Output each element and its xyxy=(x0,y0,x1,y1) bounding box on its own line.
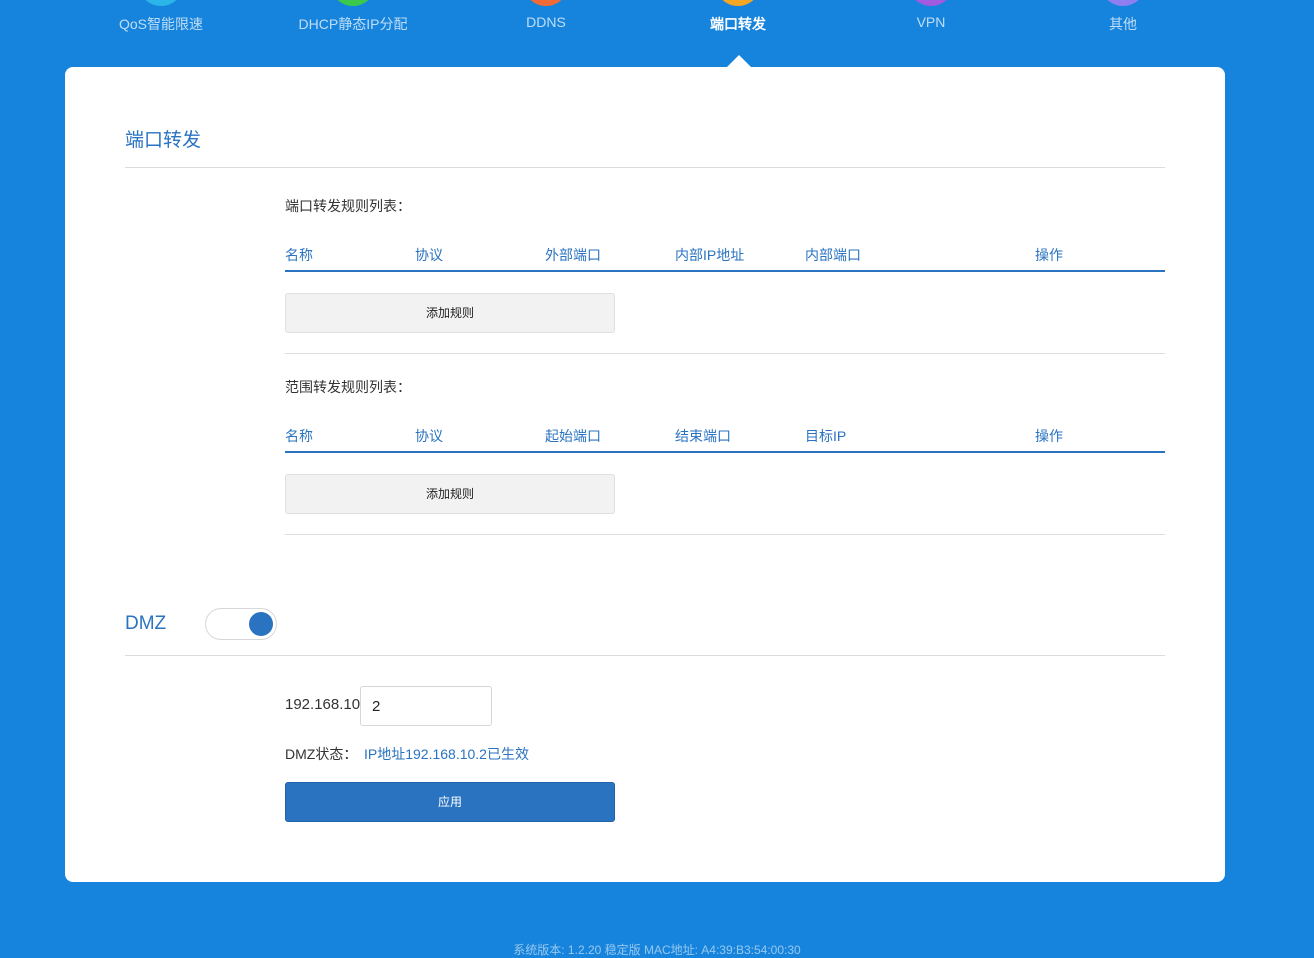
content-card: 端口转发 端口转发规则列表： 名称 协议 外部端口 内部IP地址 内部端口 操作… xyxy=(65,67,1225,882)
footer-version: 系统版本: 1.2.20 稳定版 MAC地址: A4:39:B3:54:00:3… xyxy=(513,943,801,957)
top-nav: QoS智能限速 DHCP静态IP分配 DDNS 端口转发 VPN 其他 xyxy=(0,0,1314,67)
nav-label: VPN xyxy=(916,14,946,30)
column-header-end-port: 结束端口 xyxy=(675,428,731,444)
dmz-ip-prefix: 192.168.10. xyxy=(285,696,365,713)
dhcp-icon xyxy=(330,0,376,6)
column-header-name: 名称 xyxy=(285,428,313,444)
column-header-protocol: 协议 xyxy=(415,428,443,444)
ddns-icon xyxy=(523,0,569,6)
port-forward-title: 端口转发 xyxy=(125,130,202,151)
other-icon xyxy=(1100,0,1146,6)
column-header-action: 操作 xyxy=(1035,428,1063,444)
toggle-knob xyxy=(249,612,273,636)
range-list-title: 范围转发规则列表： xyxy=(285,379,411,395)
divider xyxy=(125,655,1165,656)
qos-icon xyxy=(138,0,184,6)
dmz-title: DMZ xyxy=(125,613,167,634)
column-header-start-port: 起始端口 xyxy=(545,428,601,444)
range-list-table-header: 名称 协议 起始端口 结束端口 目标IP 操作 xyxy=(285,417,1165,453)
column-header-protocol: 协议 xyxy=(415,247,443,263)
divider xyxy=(125,167,1165,168)
column-header-action: 操作 xyxy=(1035,247,1063,263)
divider xyxy=(285,353,1165,354)
nav-label: 其他 xyxy=(1109,16,1137,32)
nav-label: 端口转发 xyxy=(710,16,766,32)
port-list-table-header: 名称 协议 外部端口 内部IP地址 内部端口 操作 xyxy=(285,236,1165,272)
column-header-name: 名称 xyxy=(285,247,313,263)
nav-label: QoS智能限速 xyxy=(118,16,203,32)
dmz-status-label: DMZ状态： xyxy=(285,746,358,762)
apply-button[interactable]: 应用 xyxy=(285,782,615,822)
dmz-toggle[interactable] xyxy=(205,608,277,640)
dmz-status-value: IP地址192.168.10.2已生效 xyxy=(364,746,529,762)
port-list-title: 端口转发规则列表： xyxy=(285,198,411,214)
add-range-rule-button[interactable]: 添加规则 xyxy=(285,474,615,514)
nav-label: DHCP静态IP分配 xyxy=(298,16,408,32)
vpn-icon xyxy=(908,0,954,6)
divider xyxy=(285,534,1165,535)
column-header-target-ip: 目标IP xyxy=(805,428,847,444)
active-tab-pointer xyxy=(727,55,751,67)
column-header-internal-ip: 内部IP地址 xyxy=(675,247,745,263)
add-port-rule-button[interactable]: 添加规则 xyxy=(285,293,615,333)
dmz-ip-input[interactable] xyxy=(360,686,492,726)
column-header-external-port: 外部端口 xyxy=(545,247,601,263)
column-header-internal-port: 内部端口 xyxy=(805,247,861,263)
port-forward-icon xyxy=(715,0,761,6)
nav-label: DDNS xyxy=(526,14,566,30)
